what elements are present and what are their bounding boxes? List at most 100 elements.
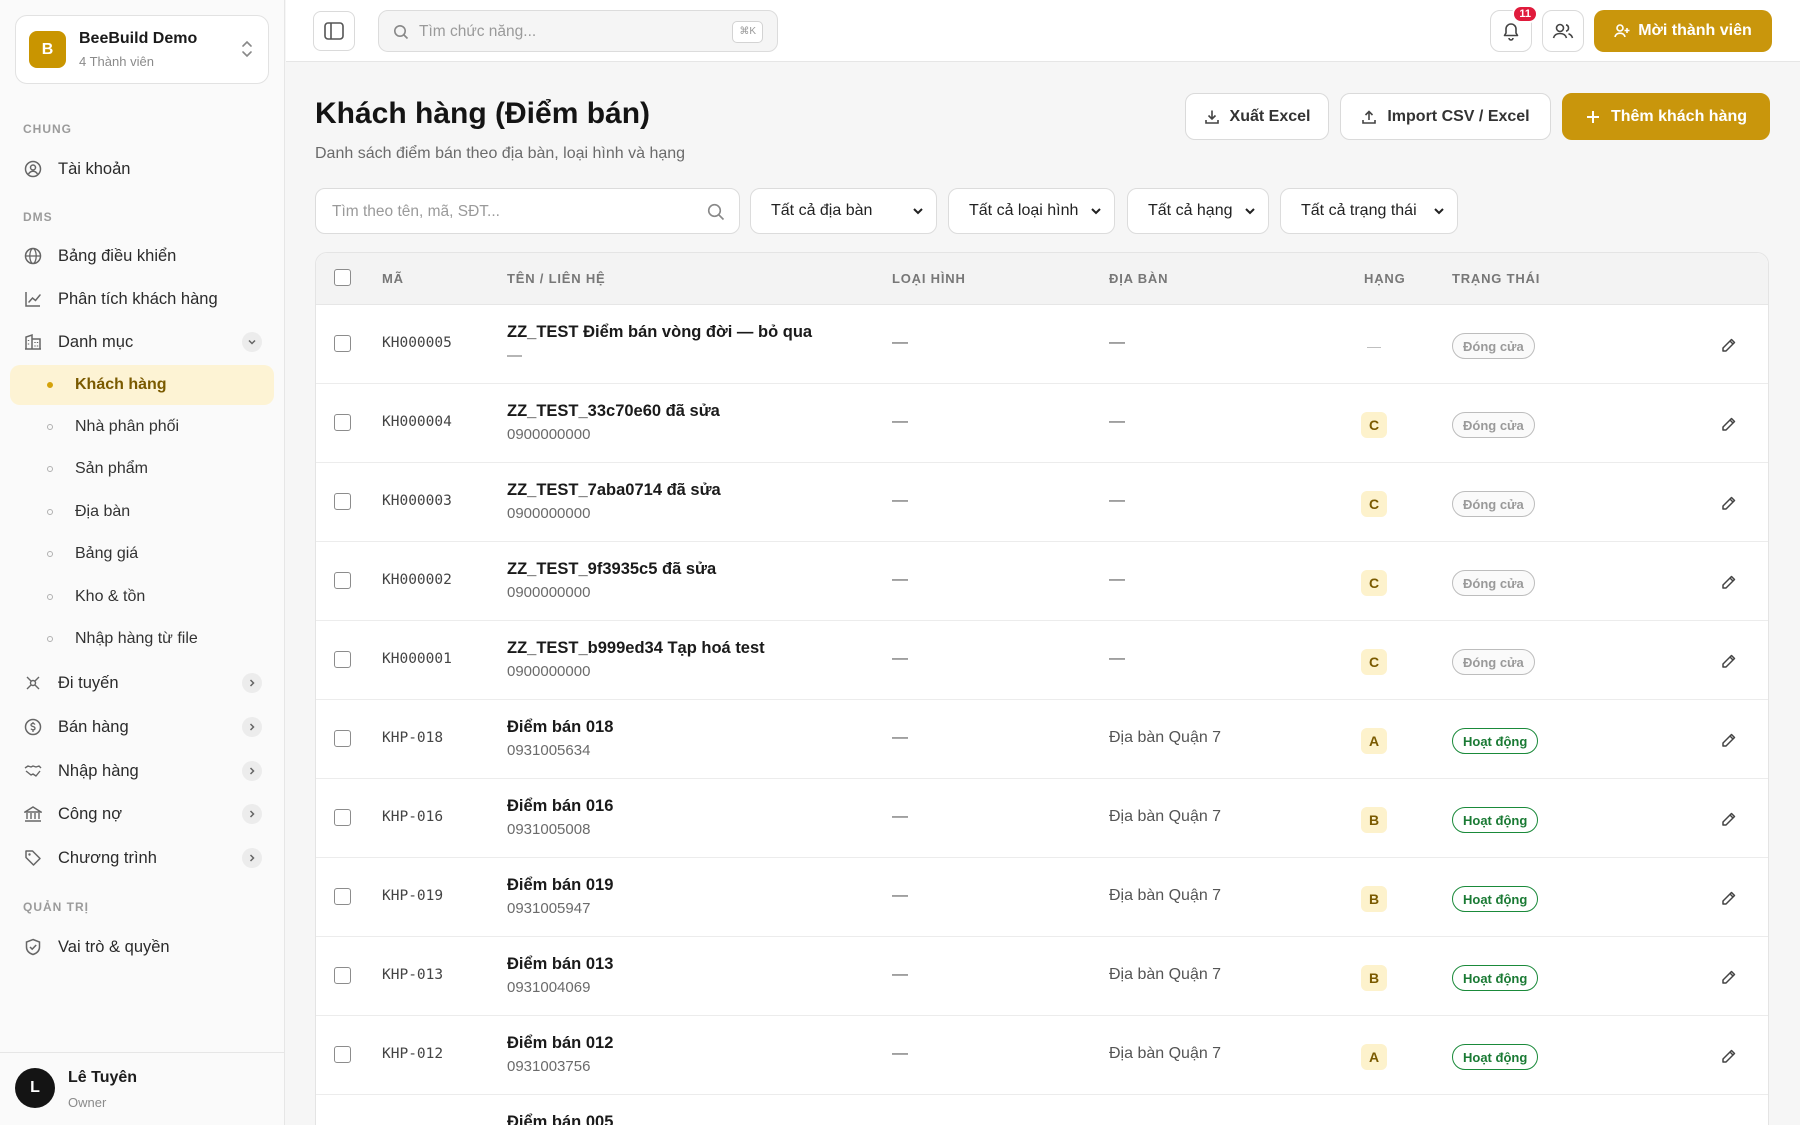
- status-filter-select[interactable]: Tất cả trạng thái: [1280, 188, 1458, 234]
- table-row[interactable]: Điểm bán 005: [316, 1095, 1768, 1125]
- customer-name[interactable]: Điểm bán 018: [507, 718, 613, 737]
- row-checkbox[interactable]: [334, 651, 351, 668]
- user-profile[interactable]: L Lê Tuyên Owner: [0, 1052, 285, 1125]
- table-row[interactable]: KHP-018 Điểm bán 018 0931005634 — Địa bàn Qu…: [316, 700, 1768, 779]
- rank-filter-select[interactable]: Tất cả hạng: [1127, 188, 1269, 234]
- notifications-button[interactable]: 11: [1490, 5, 1538, 52]
- edit-pencil-icon[interactable]: [1721, 653, 1737, 674]
- row-checkbox[interactable]: [334, 335, 351, 352]
- customer-name[interactable]: Điểm bán 019: [507, 876, 613, 895]
- select-all-checkbox[interactable]: [334, 269, 351, 286]
- customer-phone: 0900000000: [507, 584, 591, 601]
- chevron-right-icon[interactable]: [242, 673, 262, 693]
- table-row[interactable]: KH000001 ZZ_TEST_b999ed34 Tạp hoá test 090…: [316, 621, 1768, 700]
- sidebar-item-distributors[interactable]: Nhà phân phối: [10, 407, 274, 447]
- row-checkbox[interactable]: [334, 809, 351, 826]
- sidebar-item-sales[interactable]: Bán hàng: [10, 708, 274, 746]
- customer-name[interactable]: ZZ_TEST Điểm bán vòng đời — bỏ qua: [507, 323, 812, 342]
- bullet-icon: [47, 466, 53, 472]
- customer-name[interactable]: ZZ_TEST_b999ed34 Tạp hoá test: [507, 639, 765, 658]
- customer-name[interactable]: ZZ_TEST_33c70e60 đã sửa: [507, 402, 720, 421]
- customer-name[interactable]: ZZ_TEST_7aba0714 đã sửa: [507, 481, 721, 500]
- row-checkbox[interactable]: [334, 730, 351, 747]
- customer-search[interactable]: [315, 188, 740, 234]
- row-checkbox[interactable]: [334, 888, 351, 905]
- table-row[interactable]: KH000003 ZZ_TEST_7aba0714 đã sửa 090000000…: [316, 463, 1768, 542]
- add-customer-button[interactable]: Thêm khách hàng: [1562, 93, 1770, 140]
- table-row[interactable]: KH000002 ZZ_TEST_9f3935c5 đã sửa 090000000…: [316, 542, 1768, 621]
- sidebar-item-price-lists[interactable]: Bảng giá: [10, 534, 274, 574]
- customer-name[interactable]: Điểm bán 012: [507, 1034, 613, 1053]
- sidebar-toggle-button[interactable]: [313, 11, 355, 51]
- sidebar-item-catalog[interactable]: Danh mục: [10, 323, 274, 361]
- sidebar-item-areas[interactable]: Địa bàn: [10, 492, 274, 532]
- edit-pencil-icon[interactable]: [1721, 337, 1737, 358]
- export-excel-button[interactable]: Xuất Excel: [1185, 93, 1329, 140]
- sidebar-item-account[interactable]: Tài khoản: [10, 150, 274, 188]
- chevron-right-icon[interactable]: [242, 717, 262, 737]
- edit-pencil-icon[interactable]: [1721, 574, 1737, 595]
- column-header-status[interactable]: TRẠNG THÁI: [1452, 271, 1540, 286]
- edit-pencil-icon[interactable]: [1721, 890, 1737, 911]
- invite-member-button[interactable]: Mời thành viên: [1594, 10, 1772, 52]
- table-row[interactable]: KH000004 ZZ_TEST_33c70e60 đã sửa 090000000…: [316, 384, 1768, 463]
- import-csv-button[interactable]: Import CSV / Excel: [1340, 93, 1551, 140]
- team-button[interactable]: [1542, 10, 1584, 52]
- chevron-right-icon[interactable]: [242, 761, 262, 781]
- row-checkbox[interactable]: [334, 572, 351, 589]
- type-filter-select[interactable]: Tất cả loại hình: [948, 188, 1115, 234]
- column-header-code[interactable]: MÃ: [382, 271, 404, 286]
- table-row[interactable]: KHP-013 Điểm bán 013 0931004069 — Địa bàn Qu…: [316, 937, 1768, 1016]
- edit-pencil-icon[interactable]: [1721, 1048, 1737, 1069]
- sidebar-item-products[interactable]: Sản phẩm: [10, 449, 274, 489]
- sidebar-item-purchasing[interactable]: Nhập hàng: [10, 752, 274, 790]
- edit-pencil-icon[interactable]: [1721, 969, 1737, 990]
- customer-area: Địa bàn Quận 7: [1109, 729, 1222, 746]
- command-search-input[interactable]: [419, 20, 709, 44]
- org-switcher[interactable]: B BeeBuild Demo 4 Thành viên: [15, 15, 269, 84]
- customer-name[interactable]: Điểm bán 005: [507, 1113, 613, 1125]
- sidebar-item-analytics[interactable]: Phân tích khách hàng: [10, 280, 274, 318]
- column-header-area[interactable]: ĐỊA BÀN: [1109, 271, 1168, 286]
- table-row[interactable]: KHP-012 Điểm bán 012 0931003756 — Địa bàn Qu…: [316, 1016, 1768, 1095]
- page-subtitle: Danh sách điểm bán theo địa bàn, loại hì…: [315, 145, 686, 162]
- column-header-rank[interactable]: HẠNG: [1364, 271, 1405, 286]
- chevron-up-down-icon: [242, 40, 252, 58]
- sidebar-item-debt[interactable]: Công nợ: [10, 795, 274, 833]
- table-row[interactable]: KH000005 ZZ_TEST Điểm bán vòng đời — bỏ q…: [316, 305, 1768, 384]
- customer-search-input[interactable]: [332, 201, 692, 223]
- sidebar-item-dashboard[interactable]: Bảng điều khiển: [10, 237, 274, 275]
- customer-name[interactable]: Điểm bán 013: [507, 955, 613, 974]
- row-checkbox[interactable]: [334, 493, 351, 510]
- table-row[interactable]: KHP-019 Điểm bán 019 0931005947 — Địa bàn Qu…: [316, 858, 1768, 937]
- sidebar-item-import-file[interactable]: Nhập hàng từ file: [10, 619, 274, 659]
- sidebar-item-programs[interactable]: Chương trình: [10, 839, 274, 877]
- column-header-type[interactable]: LOẠI HÌNH: [892, 271, 966, 286]
- rank-badge: C: [1361, 649, 1387, 675]
- org-member-count: 4 Thành viên: [79, 54, 154, 69]
- row-checkbox[interactable]: [334, 967, 351, 984]
- customer-name[interactable]: ZZ_TEST_9f3935c5 đã sửa: [507, 560, 716, 579]
- chevron-right-icon[interactable]: [242, 848, 262, 868]
- chevron-right-icon[interactable]: [242, 804, 262, 824]
- type-filter-value: Tất cả loại hình: [969, 202, 1079, 219]
- sidebar-item-customers[interactable]: Khách hàng: [10, 365, 274, 405]
- edit-pencil-icon[interactable]: [1721, 495, 1737, 516]
- sidebar-item-routing[interactable]: Đi tuyến: [10, 664, 274, 702]
- edit-pencil-icon[interactable]: [1721, 732, 1737, 753]
- edit-pencil-icon[interactable]: [1721, 811, 1737, 832]
- sidebar-item-label: Khách hàng: [75, 376, 167, 393]
- customer-name[interactable]: Điểm bán 016: [507, 797, 613, 816]
- area-filter-select[interactable]: Tất cả địa bàn: [750, 188, 937, 234]
- chevron-down-icon[interactable]: [242, 332, 262, 352]
- customer-phone: 0900000000: [507, 426, 591, 443]
- row-checkbox[interactable]: [334, 1046, 351, 1063]
- row-checkbox[interactable]: [334, 414, 351, 431]
- sidebar-item-roles[interactable]: Vai trò & quyền: [10, 928, 274, 966]
- table-row[interactable]: KHP-016 Điểm bán 016 0931005008 — Địa bàn Qu…: [316, 779, 1768, 858]
- column-header-name[interactable]: TÊN / LIÊN HỆ: [507, 271, 606, 286]
- command-search[interactable]: ⌘K: [378, 10, 778, 52]
- customer-phone: 0931004069: [507, 979, 591, 996]
- sidebar-item-inventory[interactable]: Kho & tồn: [10, 577, 274, 617]
- edit-pencil-icon[interactable]: [1721, 416, 1737, 437]
